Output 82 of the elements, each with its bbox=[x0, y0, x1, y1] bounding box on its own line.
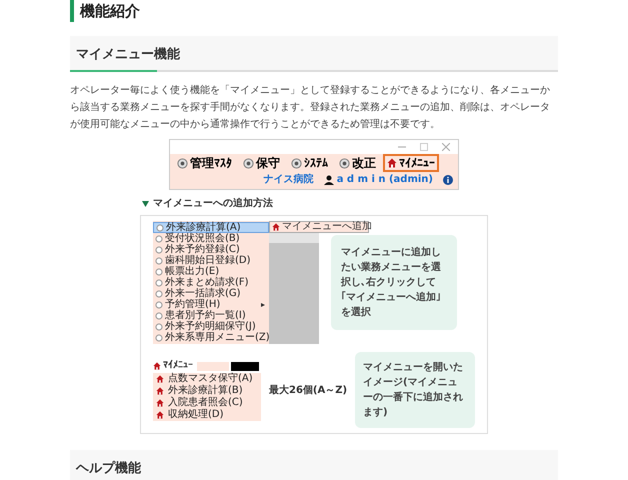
menu-item[interactable]: 予約管理(H) bbox=[153, 299, 269, 310]
section-title: ヘルプ機能 bbox=[76, 461, 141, 476]
menu-label: 外来一括請求(G) bbox=[165, 288, 241, 298]
context-label: マイメニューへ追加 bbox=[282, 222, 372, 232]
my-menu-item[interactable]: 外来診療計算(B) bbox=[153, 384, 261, 396]
menu-label: 歯科開始日登録(D) bbox=[165, 256, 251, 266]
toolbar-label: 改正 bbox=[352, 157, 376, 169]
menu-item[interactable]: 外来予約明細保守(J) bbox=[153, 321, 269, 332]
house-icon bbox=[156, 374, 164, 382]
menu-label: 外来診療計算(A) bbox=[166, 222, 241, 232]
circle-icon bbox=[155, 322, 163, 330]
user-icon bbox=[324, 174, 334, 184]
menu-item[interactable]: 受付状況照会(B) bbox=[153, 233, 269, 244]
menu-label: 外来まとめ請求(F) bbox=[165, 278, 249, 288]
circle-icon bbox=[155, 290, 163, 298]
menu-label: 外来予約明細保守(J) bbox=[165, 322, 256, 332]
house-icon bbox=[387, 158, 397, 168]
close-icon[interactable] bbox=[442, 143, 450, 151]
menu-label: 点数マスタ保守(A) bbox=[168, 374, 253, 384]
circle-icon bbox=[155, 256, 163, 264]
my-menu-item[interactable]: 入院患者照会(C) bbox=[153, 396, 261, 408]
my-menu-label: ﾏｲﾒﾆｭｰ bbox=[163, 361, 193, 371]
house-icon bbox=[156, 386, 164, 394]
note-card: マイメニューに追加したい業務メニューを選択し､右クリックして｢マイメニューへ追加｣を選択 bbox=[331, 235, 457, 330]
menu-label: 予約管理(H) bbox=[165, 300, 220, 310]
menu-item[interactable]: 外来まとめ請求(F) bbox=[153, 277, 269, 288]
info-icon[interactable] bbox=[443, 174, 453, 184]
circle-icon bbox=[177, 158, 188, 168]
triangle-icon bbox=[142, 200, 149, 206]
toolbar-label: 保守 bbox=[256, 157, 280, 169]
toolbar-label: ｼｽﾃﾑ bbox=[304, 157, 328, 169]
menu-label: 入院患者照会(C) bbox=[168, 398, 243, 408]
my-menu-item[interactable]: 収納処理(D) bbox=[153, 408, 261, 420]
toolbar-item[interactable]: 管理ﾏｽﾀ bbox=[173, 154, 236, 172]
toolbar-item[interactable]: 改正 bbox=[335, 154, 380, 172]
menu-label: 外来診療計算(B) bbox=[168, 386, 243, 396]
house-icon bbox=[153, 362, 161, 370]
circle-icon bbox=[155, 334, 163, 342]
toolbar-item[interactable]: 保守 bbox=[239, 154, 284, 172]
masked-field bbox=[231, 362, 259, 370]
menu-label: 収納処理(D) bbox=[168, 410, 224, 420]
circle-icon bbox=[339, 158, 350, 168]
circle-icon bbox=[155, 300, 163, 308]
menu-item[interactable]: 歯科開始日登録(D) bbox=[153, 255, 269, 266]
toolbar-item[interactable]: ﾏｲﾒﾆｭｰ bbox=[383, 154, 439, 172]
menu-item[interactable]: 患者別予約一覧(I) bbox=[153, 310, 269, 321]
toolbar-label: 管理ﾏｽﾀ bbox=[190, 157, 232, 169]
note-card: マイメニューを開いたイメージ(マイメニューの一番下に追加されます) bbox=[355, 352, 475, 428]
menu-item[interactable]: 外来予約登録(C) bbox=[153, 244, 269, 255]
howto-title: マイメニューへの追加方法 bbox=[153, 196, 273, 211]
toolbar-label: ﾏｲﾒﾆｭｰ bbox=[399, 157, 435, 169]
circle-icon bbox=[155, 246, 163, 254]
context-menu-item[interactable]: マイメニューへ追加 bbox=[269, 221, 369, 233]
circle-icon bbox=[291, 158, 302, 168]
circle-icon bbox=[155, 312, 163, 320]
menu-item[interactable]: 帳票出力(E) bbox=[153, 266, 269, 277]
menu-item[interactable]: 外来系専用メニュー(Z) bbox=[153, 332, 269, 343]
menu-label: 外来系専用メニュー(Z) bbox=[165, 332, 270, 342]
circle-icon bbox=[155, 268, 163, 276]
circle-icon bbox=[156, 224, 164, 232]
section-title: マイメニュー機能 bbox=[76, 47, 180, 62]
house-icon bbox=[272, 223, 280, 231]
menu-label: 受付状況照会(B) bbox=[165, 234, 240, 244]
my-menu-item[interactable]: 点数マスタ保守(A) bbox=[153, 372, 261, 384]
intro-paragraph: オペレーター毎によく使う機能を「マイメニュー」として登録することができるようになり、各メニューから該当する業務メニューを探す手間がなくなります。登録された業務メニューの追加、削除は、オペレータが使用可能なメニューの中から通常操作で行うことができるため管理は不要です。 bbox=[70, 84, 551, 132]
menu-label: 外来予約登録(C) bbox=[165, 244, 240, 254]
my-menu-field[interactable] bbox=[197, 362, 229, 370]
menu-label: 患者別予約一覧(I) bbox=[165, 310, 246, 320]
maximize-icon[interactable] bbox=[420, 143, 428, 151]
limit-text: 最大26個(A～Z) bbox=[269, 384, 348, 398]
toolbar-item[interactable]: ｼｽﾃﾑ bbox=[287, 154, 332, 172]
circle-icon bbox=[155, 234, 163, 242]
house-icon bbox=[156, 410, 164, 418]
house-icon bbox=[156, 398, 164, 406]
menu-label: 帳票出力(E) bbox=[165, 266, 220, 276]
page-title: 機能紹介 bbox=[80, 4, 140, 18]
circle-icon bbox=[155, 278, 163, 286]
menu-item[interactable]: 外来一括請求(G) bbox=[153, 288, 269, 299]
menu-item[interactable]: 外来診療計算(A) bbox=[153, 222, 269, 233]
user-name: a d m i n (admin) bbox=[336, 173, 433, 187]
circle-icon bbox=[243, 158, 254, 168]
hospital-name: ナイス病院 bbox=[264, 172, 314, 187]
